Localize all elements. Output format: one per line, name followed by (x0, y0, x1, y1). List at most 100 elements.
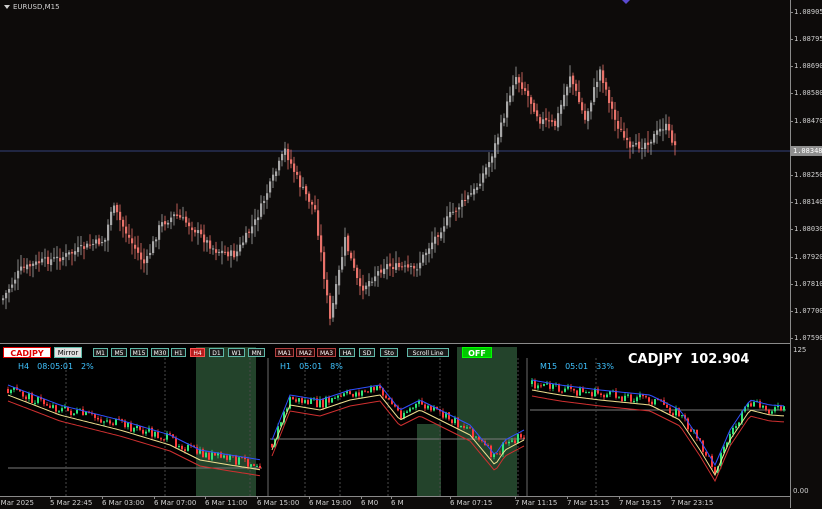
mini-candle-body (358, 392, 360, 396)
mini-candle-body (343, 393, 345, 397)
candle-body (332, 303, 335, 318)
mini-candle-body (7, 389, 9, 394)
candle-body (566, 86, 569, 96)
mini-candle-body (352, 394, 354, 397)
tf-button-w1[interactable]: W1 (228, 348, 245, 357)
mini-candle-body (460, 425, 462, 428)
tf-button-m15[interactable]: M15 (130, 348, 148, 357)
candle-body (347, 235, 350, 252)
time-tick: 5 Mar 22:45 (50, 496, 93, 507)
mini-candle-body (295, 399, 297, 402)
time-tick: 5 Mar 2025 (0, 499, 34, 507)
ma3-button[interactable]: MA3 (317, 348, 336, 357)
candle-body (290, 159, 293, 164)
sd-button[interactable]: SD (359, 348, 375, 357)
candle-body (401, 266, 404, 268)
candle-body (380, 269, 383, 273)
sto-button[interactable]: Sto (380, 348, 398, 357)
candle-body (509, 95, 512, 103)
candle-body (338, 269, 341, 286)
candle-body (173, 214, 176, 217)
candle-body (602, 70, 605, 83)
tf-button-m5[interactable]: M5 (111, 348, 127, 357)
off-button[interactable]: OFF (462, 347, 492, 358)
ma1-button[interactable]: MA1 (275, 348, 294, 357)
candle-body (569, 76, 572, 88)
candle-body (473, 188, 476, 195)
candle-body (398, 263, 401, 268)
tf-button-h1[interactable]: H1 (171, 348, 186, 357)
candle-body (212, 248, 215, 250)
candle-body (434, 236, 437, 244)
candle-body (428, 248, 431, 254)
candle-body (572, 75, 575, 85)
mini-candle-body (229, 455, 231, 460)
candle-body (410, 265, 413, 267)
dropdown-triangle-icon (4, 5, 10, 9)
mini-candle-body (127, 422, 129, 428)
tf-button-m30[interactable]: M30 (151, 348, 169, 357)
candle-body (416, 269, 419, 271)
mini-candle-body (732, 427, 734, 435)
price-axis[interactable]: 1.08905 1.08795 1.08690 1.08580 1.08470 … (790, 0, 822, 508)
candle-body (431, 242, 434, 250)
main-price-chart[interactable]: EURUSD,M15 (0, 0, 790, 343)
scroll-marker-icon[interactable] (622, 0, 630, 4)
mini-candle-body (624, 395, 626, 402)
candle-body (335, 284, 338, 305)
mini-candle-body (415, 403, 417, 408)
candle-body (632, 145, 635, 147)
mini-candle-body (364, 390, 366, 392)
candle-body (581, 102, 584, 111)
candle-body (563, 94, 566, 107)
time-axis[interactable]: 5 Mar 2025 5 Mar 22:45 6 Mar 03:00 6 Mar… (0, 496, 790, 509)
mini-candle-body (373, 387, 375, 391)
candle-body (140, 252, 143, 260)
mini-candle-body (208, 452, 210, 460)
candle-body (272, 174, 275, 181)
ha-button[interactable]: HA (339, 348, 355, 357)
candle-body (131, 238, 134, 244)
tf-button-h4[interactable]: H4 (190, 348, 205, 357)
candle-body (281, 153, 284, 161)
mini-candle-body (178, 445, 180, 447)
symbol-button[interactable]: CADJPY (3, 347, 51, 358)
candle-body (452, 211, 455, 213)
mini-candle-body (508, 441, 510, 444)
price-tick: 1.08250 (790, 171, 822, 179)
candle-body (515, 77, 518, 85)
mirror-button[interactable]: Mirror (54, 347, 82, 358)
mini-candle-body (34, 402, 36, 404)
tf-button-mn[interactable]: MN (248, 348, 265, 357)
mini-candle-body (103, 421, 105, 423)
mini-candle-body (160, 438, 162, 440)
candle-body (362, 285, 365, 291)
mini-candle-body (226, 455, 228, 460)
candle-body (422, 254, 425, 263)
candle-body (512, 85, 515, 96)
mini-candle-body (211, 452, 213, 460)
candle-body (122, 219, 125, 227)
mini-candle-body (97, 417, 99, 420)
mini-candle-body (100, 419, 102, 423)
scroll-line-button[interactable]: Scroll Line (407, 348, 449, 357)
mini-candle-body (735, 426, 737, 428)
tf-button-m1[interactable]: M1 (93, 348, 108, 357)
multi-timeframe-subwindow[interactable]: CADJPY Mirror M1 M5 M15 M30 H1 H4 D1 W1 … (0, 344, 790, 496)
tf-button-d1[interactable]: D1 (209, 348, 224, 357)
mini-candle-body (606, 394, 608, 398)
mini-candle-body (546, 383, 548, 385)
candle-body (578, 92, 581, 103)
mini-candle-body (109, 420, 111, 424)
candle-body (170, 217, 173, 223)
candle-body (191, 227, 194, 231)
candle-body (176, 214, 179, 216)
mini-candle-body (250, 464, 252, 467)
mini-candle-body (310, 398, 312, 404)
mini-candle-body (588, 392, 590, 394)
mini-candle-body (768, 409, 770, 414)
mini-candle-body (430, 405, 432, 411)
mini-candle-body (633, 401, 635, 403)
ma2-button[interactable]: MA2 (296, 348, 315, 357)
mini-candle-body (271, 444, 273, 448)
